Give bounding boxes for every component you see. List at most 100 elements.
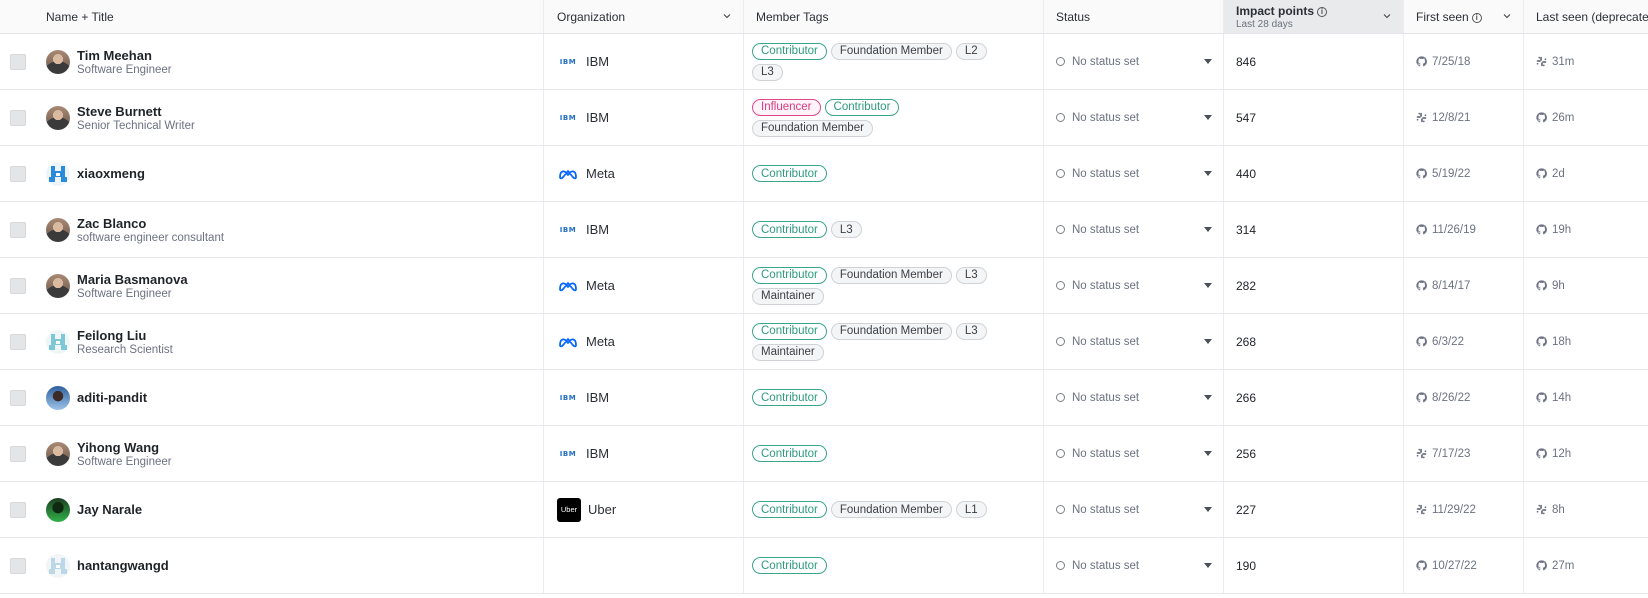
avatar[interactable] [46, 553, 70, 578]
row-checkbox[interactable] [10, 109, 26, 126]
member-tag[interactable]: Contributor [752, 501, 827, 518]
member-name-cell[interactable]: Zac Blanco software engineer consultant [36, 202, 544, 257]
avatar[interactable] [46, 273, 70, 298]
table-row[interactable]: Tim Meehan Software Engineer IBM IBM Contrib… [0, 34, 1648, 90]
member-tag[interactable]: Foundation Member [830, 322, 952, 340]
caret-down-icon[interactable] [1204, 451, 1212, 456]
member-name[interactable]: hantangwangd [77, 558, 169, 573]
avatar[interactable] [46, 105, 70, 130]
member-tag[interactable]: Contributor [752, 445, 827, 462]
member-name-cell[interactable]: aditi-pandit [36, 370, 544, 425]
member-tag[interactable]: Maintainer [752, 343, 824, 361]
member-name-cell[interactable]: xiaoxmeng [36, 146, 544, 201]
row-checkbox[interactable] [10, 277, 26, 294]
member-tags-cell[interactable]: Contributor Foundation Member L3 Maintainer [744, 314, 1044, 369]
caret-down-icon[interactable] [1204, 283, 1212, 288]
organization-cell[interactable]: IBM IBM [544, 370, 744, 425]
member-tag[interactable]: Contributor [752, 165, 827, 182]
member-name[interactable]: xiaoxmeng [77, 166, 145, 181]
organization-cell[interactable]: Meta [544, 258, 744, 313]
chevron-down-icon[interactable] [1503, 12, 1511, 20]
row-checkbox[interactable] [10, 53, 26, 70]
member-name-cell[interactable]: hantangwangd [36, 538, 544, 593]
member-tags-cell[interactable]: Contributor [744, 538, 1044, 593]
column-header-tags[interactable]: Member Tags [744, 0, 1044, 33]
member-name-cell[interactable]: Maria Basmanova Software Engineer [36, 258, 544, 313]
status-select[interactable]: No status set [1056, 168, 1212, 180]
column-header-name[interactable]: Name + Title [36, 0, 544, 33]
caret-down-icon[interactable] [1204, 59, 1212, 64]
row-checkbox[interactable] [10, 445, 26, 462]
member-name[interactable]: aditi-pandit [77, 390, 147, 405]
avatar[interactable] [46, 385, 70, 410]
member-name[interactable]: Yihong Wang [77, 440, 172, 455]
avatar[interactable] [46, 441, 70, 466]
row-checkbox[interactable] [10, 389, 26, 406]
status-select[interactable]: No status set [1056, 504, 1212, 516]
member-tags-cell[interactable]: Contributor [744, 146, 1044, 201]
table-row[interactable]: hantangwangd Contributor No status set 190 1… [0, 538, 1648, 594]
member-tag[interactable]: Contributor [824, 98, 900, 116]
status-select[interactable]: No status set [1056, 224, 1212, 236]
member-tag[interactable]: Foundation Member [830, 501, 952, 518]
member-name[interactable]: Jay Narale [77, 502, 142, 517]
member-name[interactable]: Steve Burnett [77, 104, 195, 119]
avatar[interactable] [46, 329, 70, 354]
row-checkbox[interactable] [10, 501, 26, 518]
member-tags-cell[interactable]: Contributor Foundation Member L2 L3 [744, 34, 1044, 89]
organization-cell[interactable]: IBM IBM [544, 426, 744, 481]
member-tag[interactable]: L3 [752, 63, 783, 81]
member-tag[interactable]: Contributor [752, 389, 827, 406]
caret-down-icon[interactable] [1204, 395, 1212, 400]
member-tag[interactable]: L3 [830, 221, 862, 238]
table-row[interactable]: Steve Burnett Senior Technical Writer IBM I… [0, 90, 1648, 146]
chevron-down-icon[interactable] [1383, 12, 1391, 20]
member-tag[interactable]: Foundation Member [830, 266, 952, 284]
status-select[interactable]: No status set [1056, 560, 1212, 572]
member-tag[interactable]: L3 [955, 266, 987, 284]
avatar[interactable] [46, 161, 70, 186]
member-tags-cell[interactable]: Contributor L3 [744, 202, 1044, 257]
status-select[interactable]: No status set [1056, 56, 1212, 68]
member-name-cell[interactable]: Feilong Liu Research Scientist [36, 314, 544, 369]
member-name[interactable]: Tim Meehan [77, 48, 172, 63]
table-row[interactable]: xiaoxmeng Meta Contributor No status set 440… [0, 146, 1648, 202]
table-row[interactable]: Jay Narale Uber Uber Contributor Foundation … [0, 482, 1648, 538]
caret-down-icon[interactable] [1204, 563, 1212, 568]
row-checkbox[interactable] [10, 221, 26, 238]
member-tag[interactable]: L2 [955, 42, 987, 60]
column-header-impact[interactable]: Impact points i Last 28 days [1224, 0, 1404, 33]
member-tag[interactable]: Contributor [752, 42, 827, 60]
member-name-cell[interactable]: Jay Narale [36, 482, 544, 537]
organization-cell[interactable]: IBM IBM [544, 90, 744, 145]
organization-cell[interactable] [544, 538, 744, 593]
avatar[interactable] [46, 217, 70, 242]
member-tags-cell[interactable]: Contributor [744, 370, 1044, 425]
member-tags-cell[interactable]: Contributor [744, 426, 1044, 481]
member-name[interactable]: Zac Blanco [77, 216, 224, 231]
column-header-first-seen[interactable]: First seen i [1404, 0, 1524, 33]
table-row[interactable]: Feilong Liu Research Scientist Meta Contrib… [0, 314, 1648, 370]
avatar[interactable] [46, 49, 70, 74]
status-select[interactable]: No status set [1056, 280, 1212, 292]
chevron-down-icon[interactable] [723, 12, 731, 20]
member-tag[interactable]: L3 [955, 322, 987, 340]
member-tag[interactable]: Influencer [752, 98, 821, 116]
member-tag[interactable]: Foundation Member [752, 119, 873, 137]
info-icon[interactable]: i [1471, 12, 1482, 23]
table-row[interactable]: Maria Basmanova Software Engineer Meta Cont… [0, 258, 1648, 314]
organization-cell[interactable]: Meta [544, 146, 744, 201]
status-select[interactable]: No status set [1056, 392, 1212, 404]
member-tags-cell[interactable]: Contributor Foundation Member L3 Maintainer [744, 258, 1044, 313]
status-select[interactable]: No status set [1056, 112, 1212, 124]
member-tags-cell[interactable]: Influencer Contributor Foundation Member [744, 90, 1044, 145]
member-tag[interactable]: L1 [955, 501, 987, 518]
member-name-cell[interactable]: Yihong Wang Software Engineer [36, 426, 544, 481]
member-tag[interactable]: Contributor [752, 322, 827, 340]
caret-down-icon[interactable] [1204, 227, 1212, 232]
table-row[interactable]: aditi-pandit IBM IBM Contributor No status s… [0, 370, 1648, 426]
info-icon[interactable]: i [1317, 6, 1328, 17]
organization-cell[interactable]: Uber Uber [544, 482, 744, 537]
member-tag[interactable]: Contributor [752, 266, 827, 284]
member-name[interactable]: Maria Basmanova [77, 272, 188, 287]
